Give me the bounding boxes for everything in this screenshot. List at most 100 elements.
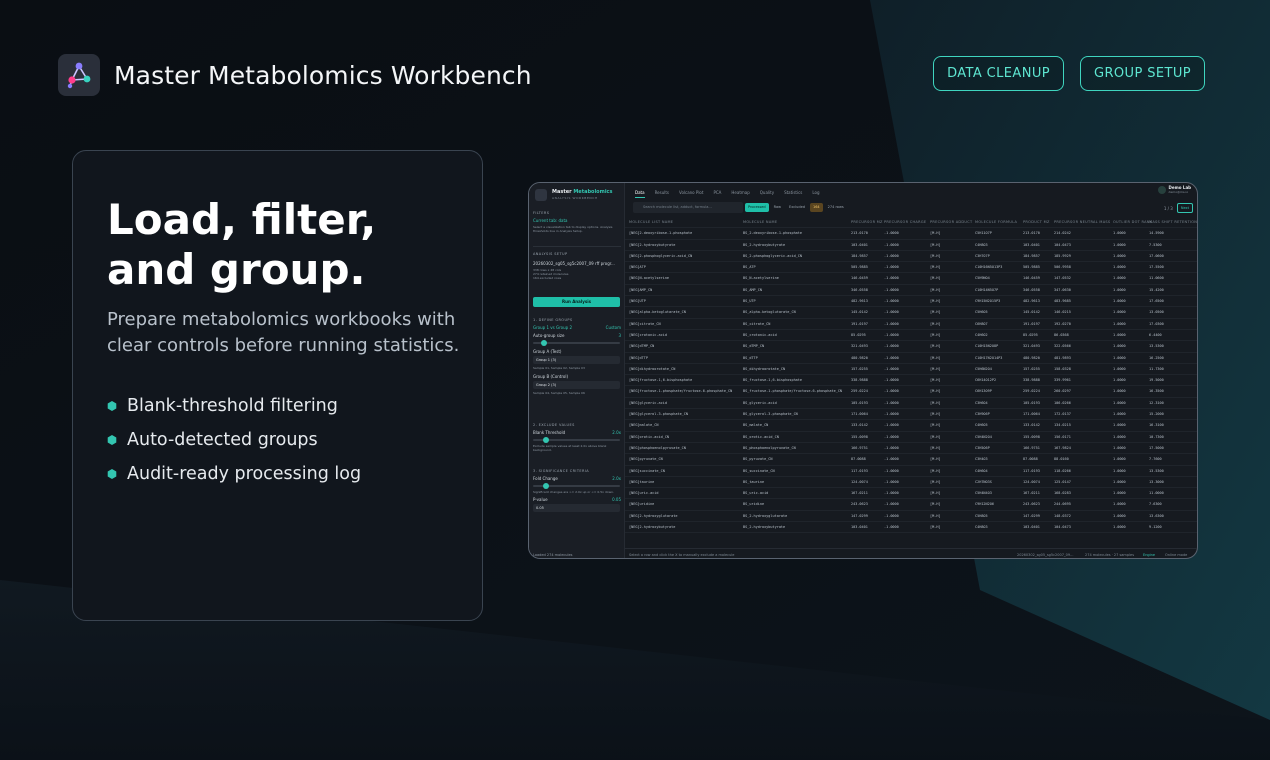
preview-status-left: Loaded 274 molecules xyxy=(533,553,573,557)
table-cell: 167.0211 xyxy=(851,491,868,496)
table-row[interactable]: [NEG]AMP_CN BS_AMP_CN 346.0558 -1.0000 [M-H]… xyxy=(625,285,1197,297)
column-header[interactable]: PRECURSOR NEUTRAL MASS xyxy=(1054,217,1110,228)
table-row[interactable]: [NEG]ATP BS_ATP 505.9885 -1.0000 [M-H] C10H16… xyxy=(625,262,1197,274)
molecule-logo-icon xyxy=(58,54,100,96)
table-cell: [M-H] xyxy=(930,242,941,247)
molecule-search-input[interactable]: Search molecule list, adduct, formula... xyxy=(633,202,743,213)
table-row[interactable]: [NEG]dihydroorotate_CN BS_dihydroorotate_… xyxy=(625,364,1197,376)
table-row[interactable]: [NEG]uridine BS_uridine 243.0623 -1.0000 [M-… xyxy=(625,499,1197,511)
table-cell: 339.9961 xyxy=(1054,378,1071,383)
column-header[interactable]: PRECURSOR ADDUCT xyxy=(930,217,972,228)
table-cell: C10H15N2O8P xyxy=(975,344,999,349)
table-cell: C3H9O6P xyxy=(975,412,990,417)
tab-volcano-plot[interactable]: Volcano Plot xyxy=(679,188,703,198)
table-cell: [NEG]pyruvate_CN xyxy=(629,457,663,462)
table-row[interactable]: [NEG]fructose-1-phosphate/fructose-6-pho… xyxy=(625,386,1197,398)
column-header[interactable]: PRECURSOR MZ xyxy=(851,217,883,228)
column-header[interactable]: MOLECULE NAME xyxy=(743,217,777,228)
custom-link[interactable]: Custom xyxy=(606,325,621,330)
table-cell: 1.0000 xyxy=(1113,412,1126,417)
table-cell: 171.0064 xyxy=(1023,412,1040,417)
table-row[interactable]: [NEG]succinate_CN BS_succinate_CN 117.0193… xyxy=(625,466,1197,477)
group-b-select[interactable]: Group 2 (3) xyxy=(533,381,620,389)
table-cell: -1.0000 xyxy=(884,276,899,281)
pvalue-select[interactable]: 0.05 xyxy=(533,504,620,512)
table-row[interactable]: [NEG]2-hydroxybutyrate BS_2-hydroxybutyra… xyxy=(625,240,1197,251)
table-cell: BS_fructose-1,6-bisphosphate xyxy=(743,378,803,383)
table-row[interactable]: [NEG]uric-acid BS_uric-acid 167.0211 -1.000… xyxy=(625,488,1197,500)
table-row[interactable]: [NEG]2-hydroxyglutarate BS_2-hydroxygluta… xyxy=(625,511,1197,523)
column-header[interactable]: MASS SHIFT RETENTION xyxy=(1149,217,1197,228)
table-row[interactable]: [NEG]dTTP BS_dTTP 480.9820 -1.0000 [M-H] C10H… xyxy=(625,353,1197,364)
segment-processed[interactable]: Processed xyxy=(745,203,769,212)
table-row[interactable]: [NEG]glyceric-acid BS_glyceric-acid 105.01… xyxy=(625,398,1197,410)
table-cell: 1.0000 xyxy=(1113,299,1126,304)
table-cell: [M-H] xyxy=(930,332,941,337)
table-row[interactable]: [NEG]malate_CN BS_malate_CN 133.0142 -1.000… xyxy=(625,420,1197,432)
group-setup-button[interactable]: GROUP SETUP xyxy=(1080,56,1205,91)
table-row[interactable]: [NEG]citrate_CN BS_citrate_CN 191.0197 -1.0… xyxy=(625,319,1197,330)
group-a-select[interactable]: Group 1 (3) xyxy=(533,356,620,364)
table-row[interactable]: [NEG]2-phosphoglyceric-acid_CN BS_2-phosp… xyxy=(625,251,1197,263)
preview-user-menu[interactable]: Demo Lab demo@ms.io xyxy=(1157,186,1191,194)
next-page-button[interactable]: Next xyxy=(1176,203,1193,213)
table-row[interactable]: [NEG]glycerol-3-phosphate_CN BS_glycerol-… xyxy=(625,409,1197,421)
table-cell: 11.0600 xyxy=(1149,276,1164,281)
data-cleanup-button[interactable]: DATA CLEANUP xyxy=(933,56,1064,91)
fold-change-slider[interactable] xyxy=(533,483,620,489)
table-row[interactable]: [NEG]2-deoxyribose-1-phosphate BS_2-deoxy… xyxy=(625,228,1197,240)
table-cell: C4H6O4 xyxy=(975,468,988,473)
table-row[interactable]: [NEG]N-acetylserine BS_N-acetylserine 146.… xyxy=(625,273,1197,285)
column-header[interactable]: MOLECULE FORMULA xyxy=(975,217,1017,228)
tab-log[interactable]: Log xyxy=(812,188,819,198)
app-brand[interactable]: Master Metabolomics Workbench xyxy=(58,54,532,96)
column-header[interactable]: MOLECULE LIST NAME xyxy=(629,217,673,228)
table-cell: 17.0600 xyxy=(1149,253,1164,258)
table-cell: 155.0098 xyxy=(1023,434,1040,439)
groups-link[interactable]: Group 1 vs Group 2 xyxy=(533,325,572,330)
hero-headline: Load, filter, and group. xyxy=(107,195,377,294)
auto-group-slider[interactable] xyxy=(533,340,620,346)
tab-heatmap[interactable]: Heatmap xyxy=(731,188,749,198)
table-cell: [NEG]AMP_CN xyxy=(629,287,653,292)
table-cell: -1.0000 xyxy=(884,491,899,496)
tab-quality[interactable]: Quality xyxy=(760,188,774,198)
table-cell: 166.9751 xyxy=(1023,445,1040,450)
table-row[interactable]: [NEG]orotic-acid_CN BS_orotic-acid_CN 155.… xyxy=(625,432,1197,443)
table-cell: [M-H] xyxy=(930,513,941,518)
table-row[interactable]: [NEG]crotonic-acid BS_crotonic-acid 85.029… xyxy=(625,330,1197,342)
footer-status: Online mode xyxy=(1165,553,1188,557)
table-row[interactable]: [NEG]dTMP_CN BS_dTMP_CN 321.0493 -1.0000 [M-… xyxy=(625,341,1197,353)
table-cell: BS_2-deoxyribose-1-phosphate xyxy=(743,231,803,236)
table-cell: [NEG]alpha-ketoglutarate_CN xyxy=(629,310,686,315)
tab-data[interactable]: Data xyxy=(635,188,645,198)
table-cell: 125.0147 xyxy=(1054,479,1071,484)
table-cell: 166.9751 xyxy=(851,445,868,450)
table-row[interactable]: [NEG]phosphoenolpyruvate_CN BS_phosphoeno… xyxy=(625,443,1197,455)
tab-results[interactable]: Results xyxy=(655,188,669,198)
table-cell: 167.9824 xyxy=(1054,445,1071,450)
table-cell: 104.0473 xyxy=(1054,242,1071,247)
run-analysis-button[interactable]: Run Analysis xyxy=(533,297,620,307)
column-header[interactable]: PRECURSOR CHARGE xyxy=(884,217,926,228)
table-cell: BS_2-phosphoglyceric-acid_CN xyxy=(743,253,803,258)
column-header[interactable]: PRODUCT MZ xyxy=(1023,217,1050,228)
table-row[interactable]: [NEG]pyruvate_CN BS_pyruvate_CN 87.0088 -1.… xyxy=(625,454,1197,466)
table-row[interactable]: [NEG]fructose-1,6-bisphosphate BS_fructos… xyxy=(625,375,1197,387)
table-row[interactable]: [NEG]UTP BS_UTP 482.9613 -1.0000 [M-H] C9H15N… xyxy=(625,296,1197,308)
segment-excluded[interactable]: Excluded xyxy=(786,203,808,212)
segment-raw[interactable]: Raw xyxy=(771,203,784,212)
tab-pca[interactable]: PCA xyxy=(713,188,721,198)
table-row[interactable]: [NEG]alpha-ketoglutarate_CN BS_alpha-keto… xyxy=(625,307,1197,319)
table-row[interactable]: [NEG]2-hydroxybutyrate BS_2-hydroxybutyra… xyxy=(625,522,1197,534)
table-cell: 17.5500 xyxy=(1149,265,1164,270)
table-cell: 172.0137 xyxy=(1054,412,1071,417)
column-header[interactable]: OUTLIER DOT RANK xyxy=(1113,217,1152,228)
table-cell: 480.9820 xyxy=(851,355,868,360)
blank-threshold-slider[interactable] xyxy=(533,437,620,443)
table-row[interactable]: [NEG]taurine BS_taurine 124.0074 -1.0000 [M-… xyxy=(625,477,1197,489)
table-cell: C2H7NO3S xyxy=(975,479,992,484)
tab-statistics[interactable]: Statistics xyxy=(784,188,802,198)
table-cell: C5H6O5 xyxy=(975,310,988,315)
table-cell: BS_phosphoenolpyruvate_CN xyxy=(743,445,796,450)
